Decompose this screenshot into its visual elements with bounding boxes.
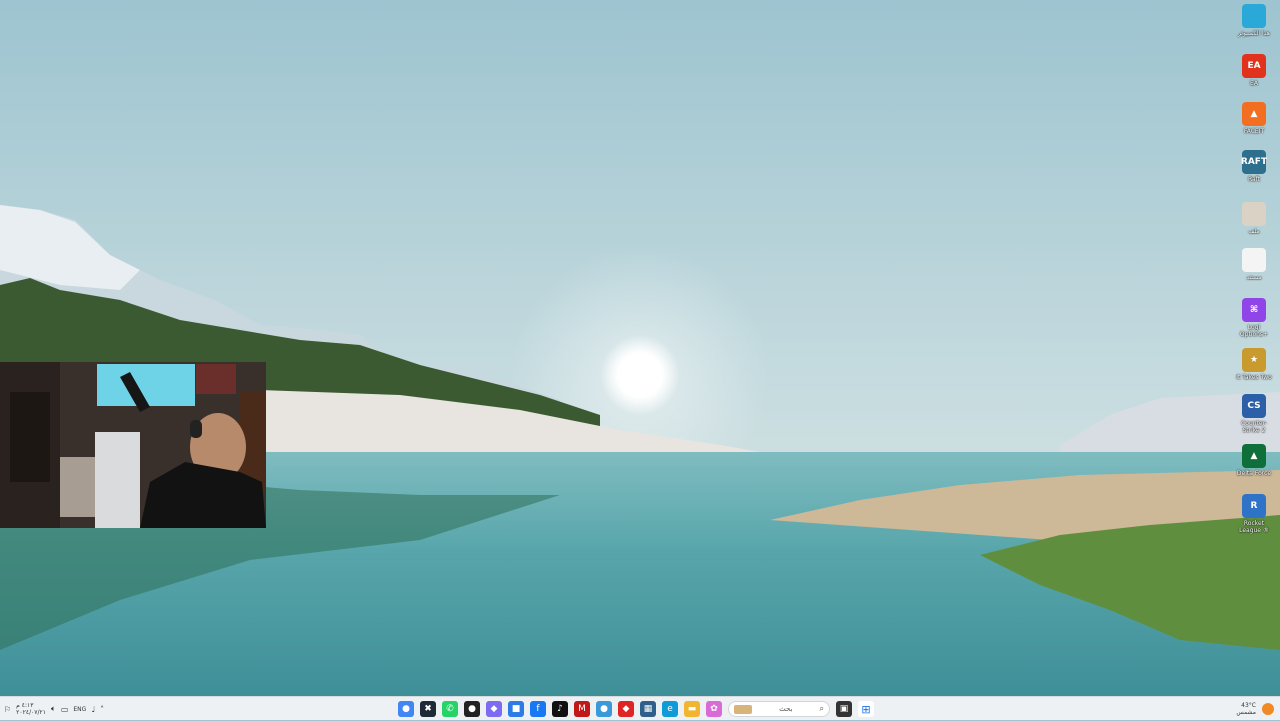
sun-icon: [1262, 703, 1274, 715]
calculator-icon[interactable]: ▦: [640, 701, 656, 717]
store-icon[interactable]: ▣: [836, 701, 852, 717]
photos-icon[interactable]: ✿: [706, 701, 722, 717]
weather-temp: 43°C: [1241, 702, 1256, 709]
clock[interactable]: ٤:١٣ م ٢٠٢٤/٠٧/٢١: [16, 702, 46, 716]
diamond-icon[interactable]: ◆: [618, 701, 634, 717]
weather-widget[interactable]: 43°C مشمس: [1236, 702, 1256, 716]
desktop-icon-label: مستند: [1246, 274, 1262, 281]
notification-icon[interactable]: ⚐: [4, 705, 11, 714]
system-tray-left: ⚐ ٤:١٣ م ٢٠٢٤/٠٧/٢١ 🔈︎ ▭ ENG ♩ ˄: [4, 697, 104, 721]
clock-date: ٢٠٢٤/٠٧/٢١: [16, 709, 46, 716]
desktop-icon-ea[interactable]: EA EA: [1234, 54, 1274, 87]
desktop-icon-delta-force-icon: ▲: [1242, 444, 1266, 468]
search-thumbnail-icon: [734, 704, 752, 714]
microphone-icon[interactable]: ♩: [91, 705, 95, 714]
desktop-icon-this-pc[interactable]: هذا الكمبيوتر: [1234, 4, 1274, 37]
mcafee-icon[interactable]: M: [574, 701, 590, 717]
desktop-icon-file-icon: [1242, 202, 1266, 226]
whatsapp-icon[interactable]: ✆: [442, 701, 458, 717]
browser-icon[interactable]: ●: [596, 701, 612, 717]
desktop-icon-label: It Takes Two: [1236, 374, 1272, 381]
desktop-icon-ea-icon: EA: [1242, 54, 1266, 78]
desktop-icon-counter-strike-icon: CS: [1242, 394, 1266, 418]
shield-icon[interactable]: ■: [508, 701, 524, 717]
desktop-icon-logi-options[interactable]: ⌘ Logi Options+: [1234, 298, 1274, 338]
desktop-icon-logi-options-icon: ⌘: [1242, 298, 1266, 322]
start-button[interactable]: ⊞: [858, 701, 874, 717]
desktop-icon-faceit[interactable]: ▲ FACEIT: [1234, 102, 1274, 135]
desktop-icon-label: Rocket League ®: [1239, 520, 1269, 534]
desktop-icon-label: EA: [1250, 80, 1258, 87]
desktop-icon-label: Raft: [1247, 176, 1261, 183]
clock-time: ٤:١٣ م: [16, 702, 34, 709]
tiktok-icon[interactable]: ♪: [552, 701, 568, 717]
system-tray-right: 43°C مشمس: [1236, 697, 1274, 721]
desktop-icon-label: هذا الكمبيوتر: [1238, 30, 1270, 37]
desktop-icon-label: Delta Force: [1236, 470, 1272, 477]
xbox-icon[interactable]: ✖: [420, 701, 436, 717]
taskbar-apps: ● ✖ ✆ ● ◆ ■ f ♪ M ● ◆ ▦ e ▬ ✿ بحث ⌕ ▣ ⊞: [398, 697, 874, 721]
discord-icon[interactable]: ◆: [486, 701, 502, 717]
desktop-icon-label: Counter-Strike 2: [1241, 420, 1267, 434]
desktop-icon-delta-force[interactable]: ▲ Delta Force: [1234, 444, 1274, 477]
volume-icon[interactable]: 🔈︎: [51, 704, 56, 714]
desktop-icon-it-takes-two[interactable]: ★ It Takes Two: [1234, 348, 1274, 381]
webcam-video: [0, 362, 266, 528]
network-icon[interactable]: ▭: [61, 705, 69, 714]
chrome-icon[interactable]: ●: [398, 701, 414, 717]
desktop-icon-label: FACEIT: [1243, 128, 1265, 135]
desktop-icon-it-takes-two-icon: ★: [1242, 348, 1266, 372]
taskbar-search[interactable]: بحث ⌕: [728, 701, 830, 717]
desktop-icon-rocket-league-icon: R: [1242, 494, 1266, 518]
search-icon: ⌕: [819, 704, 824, 713]
weather-label: مشمس: [1236, 709, 1256, 716]
chevron-up-icon[interactable]: ˄: [100, 705, 104, 714]
desktop-icon-counter-strike[interactable]: CS Counter-Strike 2: [1234, 394, 1274, 434]
github-icon[interactable]: ●: [464, 701, 480, 717]
desktop-icon-faceit-icon: ▲: [1242, 102, 1266, 126]
webcam-overlay: [0, 362, 266, 528]
facebook-icon[interactable]: f: [530, 701, 546, 717]
desktop-icon-raft[interactable]: RAFT Raft: [1234, 150, 1274, 183]
desktop-icon-document[interactable]: مستند: [1234, 248, 1274, 281]
desktop-wallpaper: [0, 0, 1280, 696]
desktop-icon-rocket-league[interactable]: R Rocket League ®: [1234, 494, 1274, 534]
desktop-icon-this-pc-icon: [1242, 4, 1266, 28]
language-indicator[interactable]: ENG: [73, 706, 86, 713]
taskbar: ⚐ ٤:١٣ م ٢٠٢٤/٠٧/٢١ 🔈︎ ▭ ENG ♩ ˄ ● ✖ ✆ ● ◆ ■ f…: [0, 696, 1280, 720]
search-placeholder: بحث: [779, 705, 793, 713]
desktop-icon-label: Logi Options+: [1239, 324, 1269, 338]
desktop-icon-label: ملف: [1248, 228, 1260, 235]
edge-icon[interactable]: e: [662, 701, 678, 717]
desktop-icon-file[interactable]: ملف: [1234, 202, 1274, 235]
desktop-icon-raft-icon: RAFT: [1241, 150, 1267, 174]
folder-icon[interactable]: ▬: [684, 701, 700, 717]
desktop-icon-document-icon: [1242, 248, 1266, 272]
